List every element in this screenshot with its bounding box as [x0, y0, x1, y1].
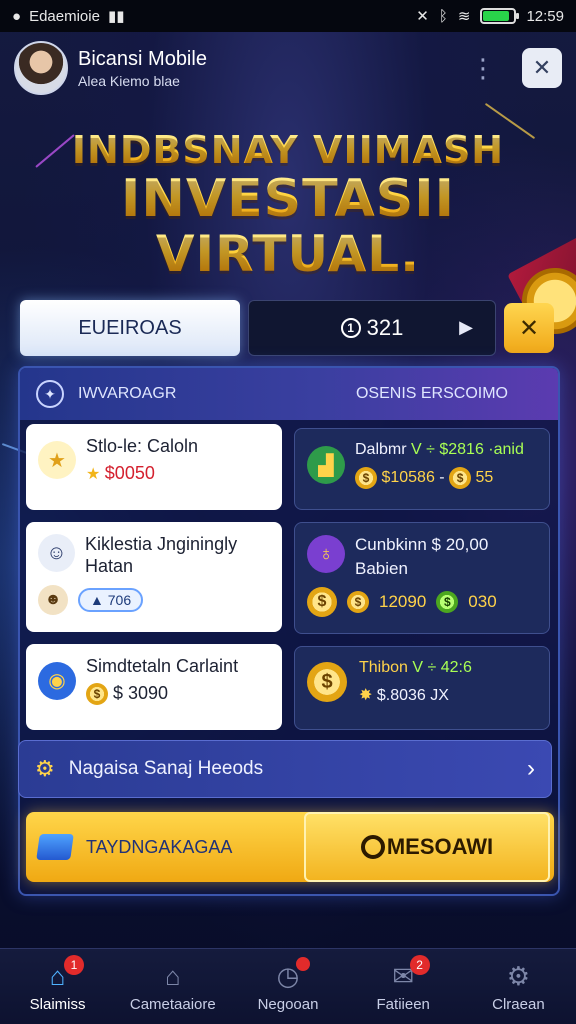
card-value: $.8036: [376, 687, 426, 704]
star-coin-icon: ★: [38, 441, 76, 479]
planet-icon: ♁: [307, 535, 345, 573]
notification-badge: 2: [409, 955, 430, 975]
signal-icon: ▮▮: [107, 8, 125, 25]
nav-item-inbox[interactable]: ✉ 2 Fatiieen: [346, 949, 461, 1024]
list-item[interactable]: ★ Stlo-le: Caloln ★ $0050: [26, 424, 282, 510]
card-price: $0050: [104, 463, 155, 483]
counter-value: 321: [366, 315, 404, 340]
app-title: Bicansi Mobile: [78, 47, 207, 70]
card-subtitle: Babien: [355, 559, 408, 578]
settings-icon: ⚙: [35, 756, 55, 781]
card-chip[interactable]: ▲ 706: [78, 588, 144, 613]
portrait-icon: ☻: [38, 585, 68, 616]
ring-icon: [360, 835, 385, 859]
hero-line-1: INDBSNAY VIIMASH: [0, 129, 576, 171]
card-value: $10586: [381, 469, 435, 487]
tools-icon: ✦: [36, 380, 64, 408]
chart-icon: ▟: [307, 446, 345, 484]
dismiss-button[interactable]: ✕: [504, 303, 554, 353]
nav-row-label: Nagaisa Sanaj Heeods: [68, 758, 264, 779]
nav-item-settings[interactable]: ⚙ Clraean: [461, 949, 576, 1024]
green-coin-icon: $: [436, 591, 459, 613]
notification-dot: [296, 957, 311, 971]
card-title: Kiklestia Jnginingly Hatan: [85, 534, 238, 576]
counter-circle-icon: 1: [340, 318, 361, 338]
coin-icon: $: [347, 591, 369, 613]
list-item[interactable]: ☺ Kiklestia Jnginingly Hatan ☻ ▲ 706: [26, 522, 282, 632]
avatar[interactable]: [14, 41, 68, 95]
dollar-coin-icon: $: [307, 662, 347, 702]
cta-primary-button[interactable]: MESOAWI: [304, 812, 550, 882]
globe-icon: ◉: [38, 661, 76, 700]
tabs-row: EUEIROAS 1 321 ▶ ✕: [20, 300, 554, 356]
carrier-label: Edaemioie: [29, 7, 100, 25]
box-icon: [36, 834, 74, 860]
notification-badge: 1: [64, 955, 84, 975]
card-title: Simdtetaln Carlaint: [86, 656, 239, 676]
cta-left-label: TAYDNGAKAGAA: [86, 836, 233, 857]
cta-row: TAYDNGAKAGAA MESOAWI: [26, 812, 554, 882]
nav-item-categories[interactable]: ⌂ Cametaaiore: [115, 949, 230, 1024]
cta-secondary-button[interactable]: TAYDNGAKAGAA: [26, 812, 300, 882]
list-item[interactable]: ▟ Dalbmr V ÷ $2816 ·anid $ $10586 - $ 55: [294, 428, 550, 510]
coin-icon: $: [86, 683, 108, 706]
nav-label: Fatiieen: [376, 996, 430, 1013]
gear-icon: ⚙: [506, 961, 531, 991]
card-highlight: V ÷ $2816 ·anid: [411, 441, 524, 458]
card-title: Dalbmr: [355, 441, 407, 458]
wifi-icon: ≋: [457, 8, 471, 25]
section-nav-row[interactable]: ⚙ Nagaisa Sanaj Heeods ›: [18, 740, 552, 798]
panel-header-left[interactable]: IWVAROAGR: [78, 385, 176, 403]
nav-label: Cametaaiore: [129, 996, 216, 1013]
tab-primary[interactable]: EUEIROAS: [20, 300, 240, 356]
panel-header-right[interactable]: OSENIS ERSCOIMO: [356, 385, 508, 403]
battery-icon: [480, 8, 520, 24]
hero-line-2: INVESTASII: [0, 171, 576, 227]
play-arrow-icon[interactable]: ▶: [459, 317, 473, 338]
nav-label: Clraean: [492, 996, 545, 1013]
app-header: Bicansi Mobile Alea Kiemo blae ⋮ ✕: [14, 38, 562, 98]
counter-box[interactable]: 1 321 ▶: [248, 300, 496, 356]
close-button[interactable]: ✕: [522, 48, 562, 88]
bottom-nav: ⌂ 1 Slaimiss ⌂ Cametaaiore ◷ Negooan ✉ 2…: [0, 948, 576, 1024]
coin-icon: $: [307, 587, 337, 617]
nav-item-history[interactable]: ◷ Negooan: [230, 949, 345, 1024]
sparkle-icon: ✸: [359, 687, 373, 704]
nav-label: Negooan: [257, 996, 319, 1013]
list-item[interactable]: ♁ Cunbkinn $ 20,00 Babien $ $ 12090 $ 03…: [294, 522, 550, 634]
close-icon: ✕: [532, 55, 552, 80]
hero-title: INDBSNAY VIIMASH INVESTASII VIRTUAL.: [0, 129, 576, 281]
card-title: Thibon: [359, 659, 408, 676]
card-highlight: V ÷ 42:6: [412, 659, 472, 676]
cta-right-label: MESOAWI: [386, 834, 494, 859]
mute-icon: ✕: [416, 8, 429, 25]
chip-value: 706: [107, 592, 132, 609]
card-price: $ 3090: [113, 683, 169, 703]
notification-icon: ●: [12, 7, 22, 25]
card-title: Cunbkinn $ 20,00: [355, 535, 489, 554]
clock-time: 12:59: [526, 7, 564, 25]
coin-icon: $: [449, 467, 472, 489]
list-item[interactable]: $ Thibon V ÷ 42:6 ✸ $.8036 JX: [294, 646, 550, 730]
app-subtitle: Alea Kiemo blae: [78, 72, 180, 89]
coin-icon: $: [355, 467, 377, 489]
coin-value-a: 12090: [379, 592, 427, 611]
nav-item-home[interactable]: ⌂ 1 Slaimiss: [0, 949, 115, 1024]
status-bar: ● Edaemioie ▮▮ ✕ ᛒ ≋ 12:59: [0, 0, 576, 32]
card-value-suffix: JX: [430, 687, 449, 704]
coin-value-b: 030: [468, 592, 497, 611]
house-chart-icon: ⌂: [164, 961, 181, 991]
star-icon: ★: [86, 466, 101, 483]
hero-line-3: VIRTUAL.: [0, 227, 576, 281]
card-value-suffix: 55: [475, 469, 494, 487]
bluetooth-icon: ᛒ: [438, 7, 448, 25]
x-icon: ✕: [518, 314, 540, 342]
chevron-right-icon: ›: [527, 755, 535, 782]
panel-header: ✦ IWVAROAGR OSENIS ERSCOIMO: [20, 368, 558, 420]
nav-label: Slaimiss: [29, 996, 86, 1013]
list-item[interactable]: ◉ Simdtetaln Carlaint $ $ 3090: [26, 644, 282, 730]
person-icon: ☺: [38, 534, 75, 572]
card-title: Stlo-le: Caloln: [86, 436, 199, 456]
more-vertical-icon[interactable]: ⋮: [470, 55, 496, 81]
